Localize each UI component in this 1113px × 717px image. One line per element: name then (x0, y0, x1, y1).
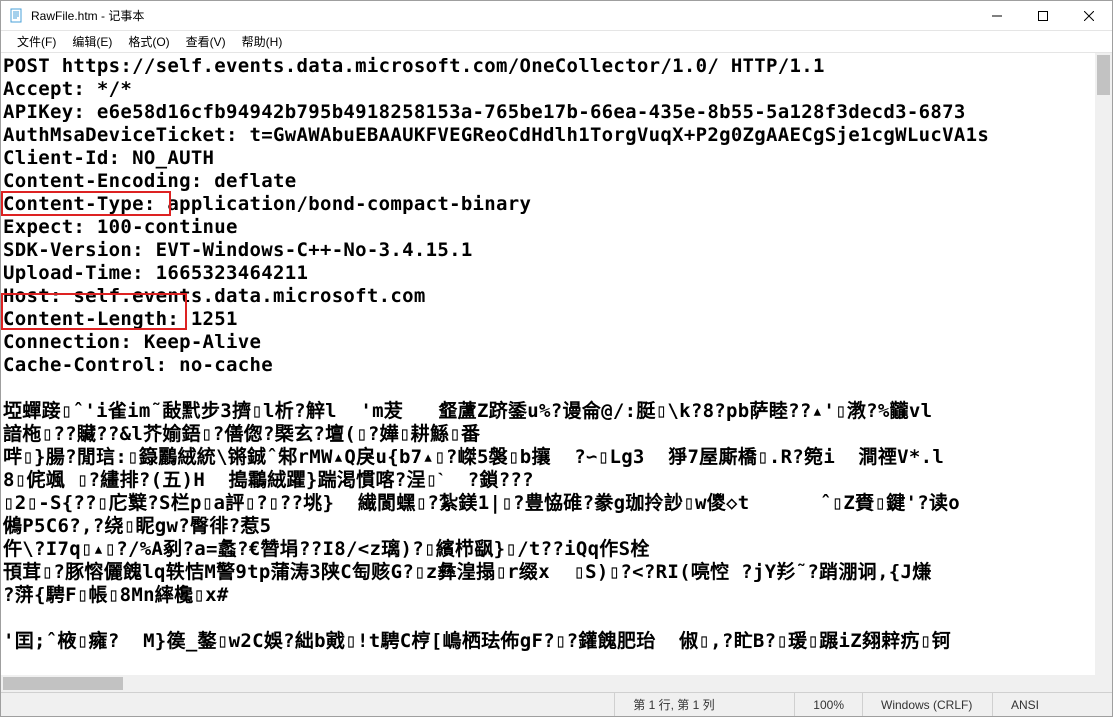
vertical-scrollbar[interactable] (1095, 53, 1112, 675)
editor-area: POST https://self.events.data.microsoft.… (1, 53, 1112, 692)
menu-view[interactable]: 查看(V) (178, 31, 234, 52)
horizontal-scrollbar-thumb[interactable] (3, 677, 123, 690)
menu-edit[interactable]: 编辑(E) (64, 31, 120, 52)
maximize-button[interactable] (1020, 1, 1066, 30)
vertical-scrollbar-thumb[interactable] (1097, 55, 1110, 95)
menu-format[interactable]: 格式(O) (120, 31, 177, 52)
titlebar: RawFile.htm - 记事本 (1, 1, 1112, 31)
menu-help[interactable]: 帮助(H) (234, 31, 291, 52)
window-title: RawFile.htm - 记事本 (31, 7, 974, 24)
menu-file[interactable]: 文件(F) (9, 31, 64, 52)
status-encoding: ANSI (992, 693, 1112, 716)
close-button[interactable] (1066, 1, 1112, 30)
minimize-button[interactable] (974, 1, 1020, 30)
notepad-app-icon (9, 8, 25, 24)
status-lineending: Windows (CRLF) (862, 693, 992, 716)
statusbar: 第 1 行, 第 1 列 100% Windows (CRLF) ANSI (1, 692, 1112, 716)
text-editor[interactable]: POST https://self.events.data.microsoft.… (1, 53, 1095, 675)
status-zoom: 100% (794, 693, 862, 716)
window-controls (974, 1, 1112, 30)
status-position: 第 1 行, 第 1 列 (614, 693, 794, 716)
horizontal-scrollbar[interactable] (1, 675, 1095, 692)
menubar: 文件(F) 编辑(E) 格式(O) 查看(V) 帮助(H) (1, 31, 1112, 53)
scroll-corner (1095, 675, 1112, 692)
